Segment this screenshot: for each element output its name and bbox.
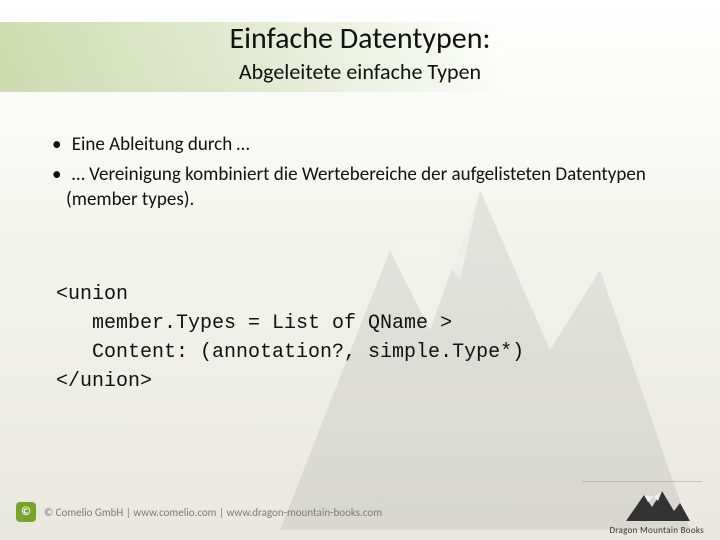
- code-line: <union: [56, 283, 128, 306]
- slide-title: Einfache Datentypen:: [0, 20, 720, 57]
- code-block: <union member.Types = List of QName > Co…: [56, 280, 660, 396]
- mountain-logo-icon: [622, 489, 692, 523]
- copyright-icon: ©: [16, 502, 36, 522]
- code-line: Content: (annotation?, simple.Type*): [56, 341, 524, 364]
- copyright-text: © Comelio GmbH | www.comelio.com | www.d…: [44, 506, 382, 519]
- divider: [582, 481, 702, 482]
- slide: Einfache Datentypen: Abgeleitete einfach…: [0, 0, 720, 540]
- footer: © © Comelio GmbH | www.comelio.com | www…: [0, 484, 720, 540]
- footer-left: © © Comelio GmbH | www.comelio.com | www…: [16, 502, 382, 522]
- bullet-item: … Vereinigung kombiniert die Wertebereic…: [38, 162, 680, 213]
- code-line: </union>: [56, 370, 152, 393]
- bullet-list: Eine Ableitung durch … … Vereinigung kom…: [38, 132, 680, 217]
- bullet-item: Eine Ableitung durch …: [38, 132, 680, 158]
- footer-right: Dragon Mountain Books: [609, 489, 704, 536]
- brand-name: Dragon Mountain Books: [609, 525, 704, 536]
- code-line: member.Types = List of QName >: [56, 312, 452, 335]
- slide-subtitle: Abgeleitete einfache Typen: [0, 58, 720, 85]
